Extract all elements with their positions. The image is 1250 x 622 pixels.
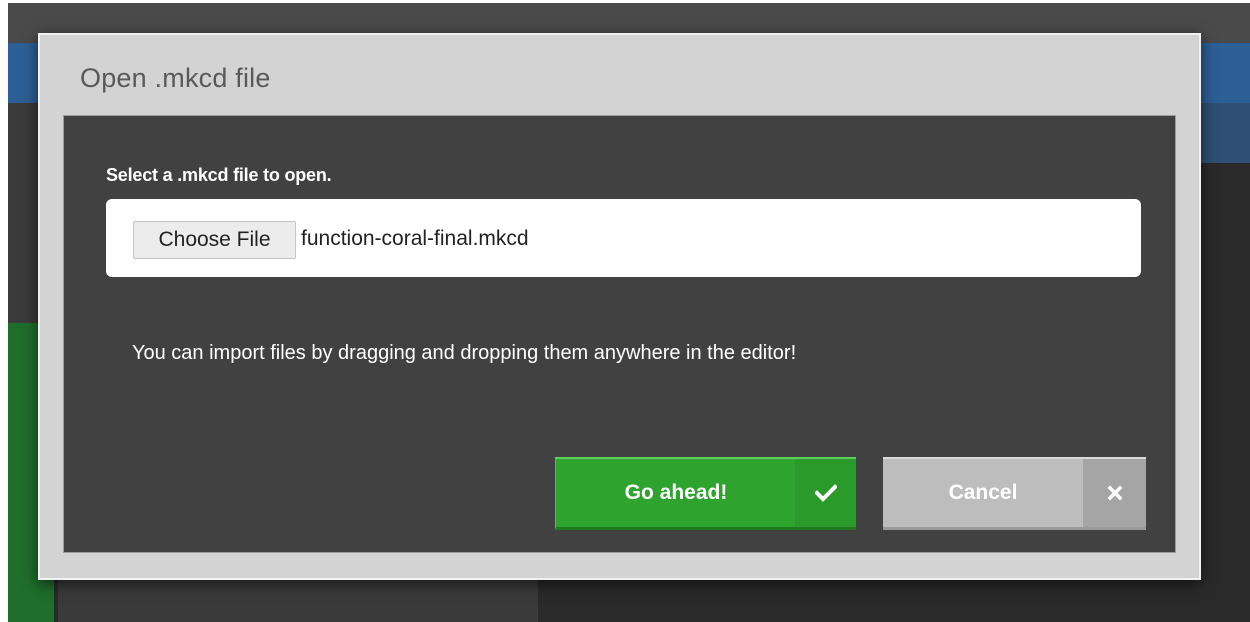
dialog-title: Open .mkcd file xyxy=(80,63,271,93)
selected-file-name: function-coral-final.mkcd xyxy=(301,227,529,250)
cancel-button[interactable]: Cancel xyxy=(883,457,1146,530)
drag-drop-hint: You can import files by dragging and dro… xyxy=(132,342,797,364)
go-ahead-label: Go ahead! xyxy=(624,481,728,504)
select-file-label: Select a .mkcd file to open. xyxy=(106,165,332,185)
backdrop-bottom xyxy=(58,578,538,622)
check-icon xyxy=(795,459,856,527)
dialog-body: Select a .mkcd file to open. Choose File… xyxy=(63,115,1176,553)
go-ahead-button[interactable]: Go ahead! xyxy=(555,457,856,530)
close-icon xyxy=(1083,459,1146,527)
dialog-header: Open .mkcd file xyxy=(40,35,1199,115)
open-file-dialog: Open .mkcd file Select a .mkcd file to o… xyxy=(38,33,1201,580)
file-input-box[interactable]: Choose File function-coral-final.mkcd xyxy=(106,199,1141,277)
choose-file-button[interactable]: Choose File xyxy=(133,221,296,259)
cancel-label: Cancel xyxy=(948,481,1018,504)
